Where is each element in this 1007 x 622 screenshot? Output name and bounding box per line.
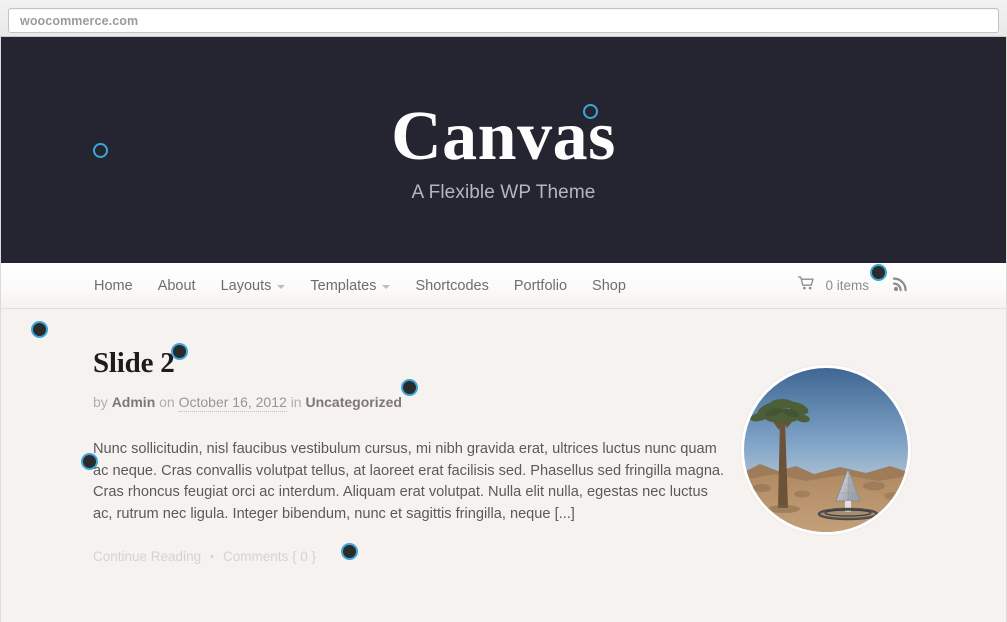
browser-chrome: woocommerce.com (0, 0, 1007, 37)
post-excerpt: Nunc sollicitudin, nisl faucibus vestibu… (93, 441, 725, 522)
nav-menu: Home About Layouts Templates Shortcodes (94, 278, 626, 294)
post-meta: by Admin on October 16, 2012 in Uncatego… (93, 394, 733, 412)
nav-item-label: Shop (592, 277, 626, 294)
nav-utilities: 0 items (798, 275, 910, 297)
post-author[interactable]: Admin (112, 394, 156, 410)
nav-item-label: Portfolio (513, 277, 568, 294)
nav-item-label: Home (94, 277, 133, 294)
post-category[interactable]: Uncategorized (305, 394, 401, 410)
post-entry: Slide 2 by Admin on October 16, 2012 in … (93, 347, 733, 564)
nav-item-layouts[interactable]: Layouts (221, 278, 286, 294)
chevron-down-icon (277, 284, 286, 289)
browser-window: woocommerce.com Canvas A Flexible WP The… (0, 0, 1007, 622)
nav-item-home[interactable]: Home (94, 278, 133, 294)
comments-link[interactable]: Comments { 0 } (223, 549, 316, 564)
website-viewport: Canvas A Flexible WP Theme Home About La… (0, 37, 1007, 622)
site-masthead: Canvas A Flexible WP Theme (1, 37, 1006, 263)
post-meta-by-label: by (93, 394, 108, 410)
link-separator: • (210, 550, 214, 563)
address-bar-text: woocommerce.com (20, 13, 139, 28)
rss-feed-icon[interactable] (892, 275, 910, 297)
cart-item-count[interactable]: 0 items (825, 278, 869, 293)
nav-item-shop[interactable]: Shop (592, 278, 626, 294)
post-featured-image[interactable] (741, 365, 911, 535)
post-date[interactable]: October 16, 2012 (178, 394, 287, 412)
nav-item-about[interactable]: About (158, 278, 196, 294)
post-footer-links: Continue Reading • Comments { 0 } (93, 549, 733, 564)
continue-reading-link[interactable]: Continue Reading (93, 549, 201, 564)
primary-navigation: Home About Layouts Templates Shortcodes (1, 263, 1006, 309)
post-meta-on-label: on (159, 394, 175, 410)
nav-item-templates[interactable]: Templates (310, 277, 391, 294)
nav-item-shortcodes[interactable]: Shortcodes (415, 278, 488, 294)
address-bar[interactable]: woocommerce.com (8, 8, 999, 33)
chevron-down-icon (382, 284, 391, 289)
site-logo[interactable]: Canvas (391, 102, 616, 172)
nav-item-label: Templates (310, 277, 377, 294)
nav-item-label: Layouts (220, 277, 272, 294)
site-tagline: A Flexible WP Theme (411, 182, 596, 203)
post-meta-in-label: in (290, 394, 302, 410)
nav-item-label: Shortcodes (415, 277, 489, 294)
shopping-cart-icon[interactable] (798, 276, 815, 295)
post-title[interactable]: Slide 2 (93, 347, 733, 380)
nav-item-portfolio[interactable]: Portfolio (514, 278, 567, 294)
nav-item-label: About (157, 277, 196, 294)
desert-landscape-illustration (744, 368, 908, 532)
